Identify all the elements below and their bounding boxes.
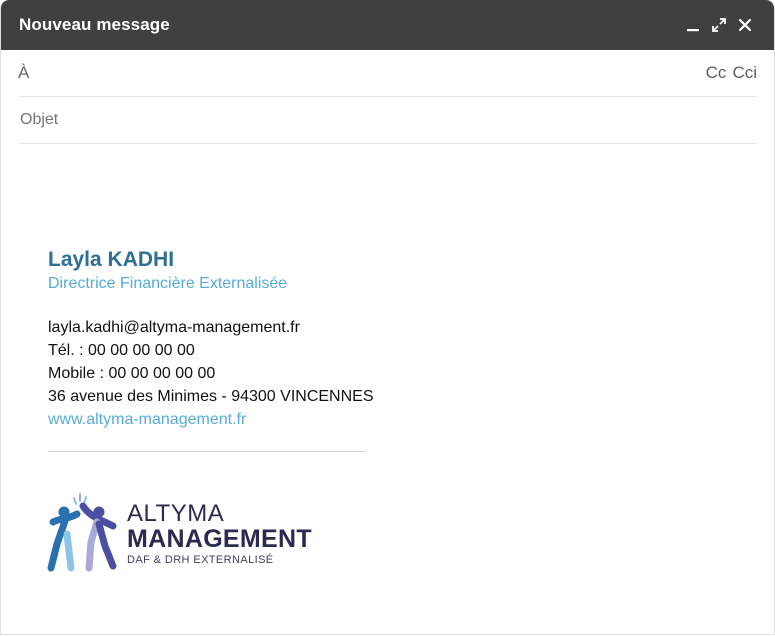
signature-mobile: Mobile : 00 00 00 00 00 (48, 365, 216, 382)
signature-role: Directrice Financière Externalisée (48, 275, 288, 292)
people-logo-icon (47, 493, 117, 572)
logo-line-2: MANAGEMENT (127, 525, 312, 553)
minimize-icon (687, 29, 699, 32)
cc-button[interactable]: Cc (706, 63, 727, 83)
logo-line-1: ALTYMA (127, 500, 225, 527)
signature-contact: layla.kadhi@altyma-management.fr Tél. : … (48, 316, 608, 431)
to-input[interactable] (37, 57, 698, 89)
bcc-button[interactable]: Cci (732, 63, 757, 83)
logo-wordmark: ALTYMA MANAGEMENT DAF & DRH EXTERNALISÉ (127, 500, 312, 567)
close-icon (738, 18, 752, 32)
to-row: À Cc Cci (18, 50, 757, 97)
subject-row (18, 97, 757, 144)
logo-tagline: DAF & DRH EXTERNALISÉ (127, 554, 274, 566)
subject-input[interactable] (18, 104, 757, 136)
compose-window: Nouveau message À Cc Cci La (0, 0, 775, 635)
compose-titlebar[interactable]: Nouveau message (1, 0, 774, 50)
expand-icon (712, 18, 726, 32)
to-label: À (18, 63, 30, 82)
signature-divider (48, 451, 366, 452)
signature-address: 36 avenue des Minimes - 94300 VINCENNES (48, 388, 374, 405)
close-button[interactable] (732, 12, 758, 38)
message-body[interactable]: Layla KADHI Directrice Financière Extern… (48, 246, 608, 452)
signature-email[interactable]: layla.kadhi@altyma-management.fr (48, 316, 608, 339)
company-logo: ALTYMA MANAGEMENT DAF & DRH EXTERNALISÉ (47, 492, 312, 572)
signature-website-link[interactable]: www.altyma-management.fr (48, 408, 246, 431)
minimize-button[interactable] (680, 12, 706, 38)
signature-name: Layla KADHI (48, 248, 175, 271)
fullscreen-button[interactable] (706, 12, 732, 38)
signature-phone: Tél. : 00 00 00 00 00 (48, 342, 195, 359)
compose-title: Nouveau message (19, 15, 170, 34)
